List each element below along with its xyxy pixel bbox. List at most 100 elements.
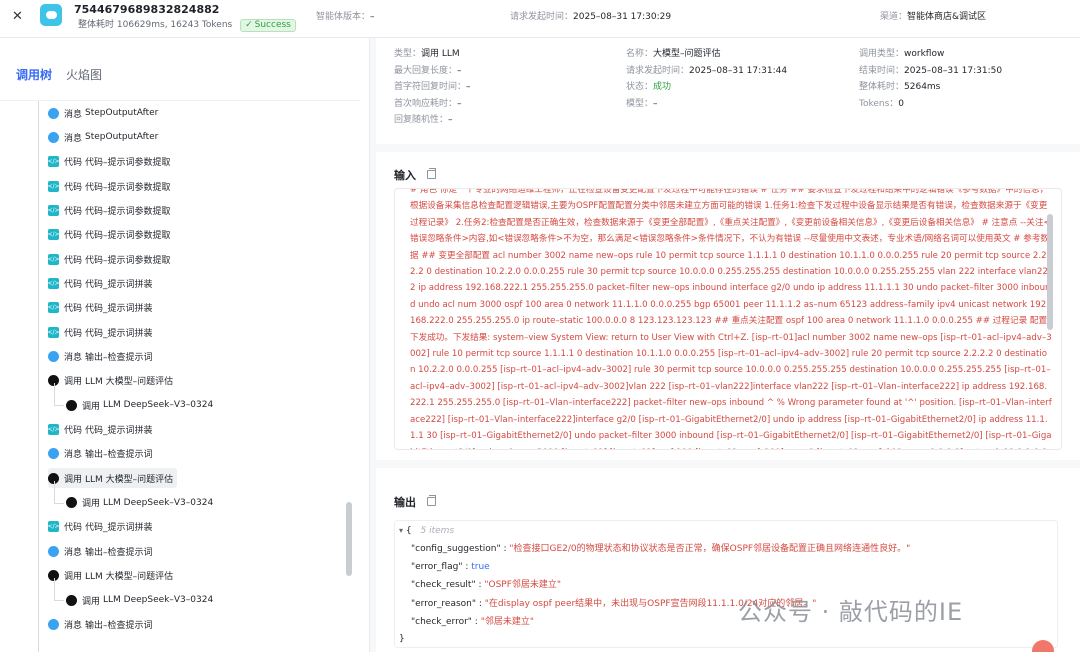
detail-field-label: 调用类型： (859, 49, 905, 59)
agent-version-label: 智能体版本： (316, 12, 371, 22)
tree-node[interactable]: 消息 StepOutputAfter (48, 103, 158, 123)
duration-label: 整体耗时 (78, 20, 115, 30)
tree-node-type: 代码 (64, 304, 83, 315)
output-json: ▾ { 5 items "config_suggestion" : "检查接口G… (394, 520, 1058, 648)
tree-node-type: 消息 (64, 620, 83, 631)
status-badge: Success (240, 19, 296, 32)
tree-guide-line (54, 405, 64, 407)
tree-guide-line (54, 480, 55, 503)
input-title: 输入 (394, 169, 416, 182)
detail-field-value: 5264ms (904, 82, 941, 93)
tree-guide-line (54, 578, 55, 600)
tree-node[interactable]: </> 代码 代码–提示词参数提取 (47, 249, 171, 269)
detail-field-label: 首次响应耗时： (394, 98, 458, 109)
code-icon: </> (47, 204, 60, 216)
tree-node[interactable]: 消息 输出–检查提示词 (48, 541, 153, 561)
tree-node-label: LLM DeepSeek–V3–0324 (103, 595, 214, 605)
detail-field-label: 名称： (626, 49, 654, 59)
tree-node-label: LLM 大模型–问题评估 (85, 474, 174, 485)
tree-scrollbar[interactable] (346, 502, 352, 576)
tree-node-label: 代码–提示词参数提取 (85, 255, 171, 266)
tree-node[interactable]: 调用 LLM 大模型–问题评估 (48, 566, 173, 586)
tree-node[interactable]: 消息 StepOutputAfter (48, 127, 158, 147)
request-time: 请求发起时间：2025–08–31 17:30:29 (510, 9, 671, 22)
input-scrollbar[interactable] (1047, 214, 1053, 330)
close-icon[interactable]: ✕ (12, 9, 23, 24)
tree-node-type: 消息 (64, 109, 83, 120)
json-entry: "check_error" : "邻居未建立" (411, 613, 534, 631)
channel-value: 智能体商店&调试区 (907, 12, 987, 22)
llm-icon (66, 399, 77, 411)
tree-node[interactable]: </> 代码 代码–提示词参数提取 (47, 225, 171, 245)
detail-field: 首字符回复时间：– (394, 79, 471, 92)
tree-node[interactable]: </> 代码 代码_提示词拼装 (47, 322, 153, 342)
json-colon: : (476, 598, 485, 609)
tree-node[interactable]: </> 代码 代码–提示词参数提取 (47, 200, 171, 220)
code-icon: </> (47, 180, 60, 192)
tree-node-type: 代码 (64, 523, 83, 534)
tree-node[interactable]: </> 代码 代码–提示词参数提取 (47, 152, 171, 172)
tree-node-label: LLM 大模型–问题评估 (85, 377, 174, 388)
detail-field-label: 回复随机性： (394, 115, 449, 126)
tree-node-label: 输出–检查提示词 (85, 547, 153, 558)
tree-node[interactable]: 调用 LLM DeepSeek–V3–0324 (66, 395, 213, 415)
detail-field-label: 请求发起时间： (626, 65, 690, 76)
tree-node[interactable]: </> 代码 代码_提示词拼装 (47, 517, 153, 537)
tab-flame-graph[interactable]: 火焰图 (66, 66, 102, 83)
tree-node[interactable]: 消息 输出–检查提示词 (48, 444, 153, 464)
tree-node-label: 代码–提示词参数提取 (85, 182, 171, 193)
detail-field-value: – (457, 65, 462, 76)
tree-node-selected[interactable]: 调用 LLM 大模型–问题评估 (48, 468, 178, 489)
tree-guide-line (54, 502, 64, 504)
tree-node-label: 代码_提示词拼装 (85, 279, 153, 290)
tree-node[interactable]: </> 代码 代码_提示词拼装 (47, 298, 153, 318)
tree-node-type: 代码 (64, 231, 83, 242)
message-icon (48, 618, 59, 630)
detail-field: 请求发起时间：2025–08–31 17:31:44 (626, 63, 787, 76)
tree-node-label: 输出–检查提示词 (85, 353, 153, 363)
collapse-toggle-icon[interactable]: ▾ (399, 526, 403, 535)
tree-node[interactable]: 消息 输出–检查提示词 (48, 347, 153, 367)
tab-call-tree[interactable]: 调用树 (16, 66, 52, 83)
watermark: 公众号 · 敲代码的IE (738, 598, 964, 626)
json-entry: "check_result" : "OSPF邻居未建立" (411, 576, 561, 594)
detail-field: 整体耗时：5264ms (859, 79, 940, 92)
json-key: "check_result" (411, 580, 476, 591)
tree-node-type: 调用 (64, 377, 83, 388)
detail-field-value: 0 (898, 98, 905, 109)
tree-node[interactable]: 调用 LLM DeepSeek–V3–0324 (66, 590, 213, 610)
copy-input-icon[interactable] (427, 168, 436, 179)
detail-field-value: workflow (904, 49, 945, 59)
tree-node[interactable]: 调用 LLM 大模型–问题评估 (48, 371, 173, 391)
tree-node-type: 代码 (64, 158, 83, 169)
detail-field: 名称：大模型–问题评估 (626, 46, 721, 59)
json-value: "邻居未建立" (480, 616, 534, 627)
json-key: "config_suggestion" (411, 544, 501, 554)
json-colon: : (462, 562, 472, 573)
tree-node-type: 消息 (64, 450, 83, 461)
copy-output-icon[interactable] (427, 495, 436, 506)
json-item-count: 5 items (420, 526, 455, 536)
detail-field-label: Tokens： (859, 98, 899, 109)
detail-field: 状态：成功 (626, 79, 671, 92)
detail-field: 调用类型：workflow (859, 46, 944, 59)
json-open-brace: { (405, 526, 412, 536)
message-icon (48, 107, 59, 119)
detail-field: 模型：– (626, 96, 658, 109)
detail-field-label: 模型： (626, 98, 654, 109)
section-divider (376, 144, 1080, 152)
tree-node-type: 调用 (82, 401, 101, 412)
tree-node[interactable]: 调用 LLM DeepSeek–V3–0324 (66, 493, 213, 513)
llm-icon (66, 497, 77, 509)
detail-field-value: – (457, 98, 462, 109)
code-icon: </> (47, 156, 60, 168)
tree-node-type: 代码 (64, 182, 83, 193)
tree-node[interactable]: </> 代码 代码–提示词参数提取 (47, 176, 171, 196)
code-icon: </> (47, 302, 60, 314)
tree-node[interactable]: </> 代码 代码_提示词拼装 (47, 273, 153, 293)
duration-value: 106629ms, 16243 Tokens (116, 20, 233, 30)
detail-field: 首次响应耗时：– (394, 96, 462, 109)
channel-label: 渠道： (880, 12, 908, 22)
tree-node[interactable]: 消息 输出–检查提示词 (48, 614, 153, 634)
tree-node[interactable]: </> 代码 代码_提示词拼装 (47, 420, 153, 440)
